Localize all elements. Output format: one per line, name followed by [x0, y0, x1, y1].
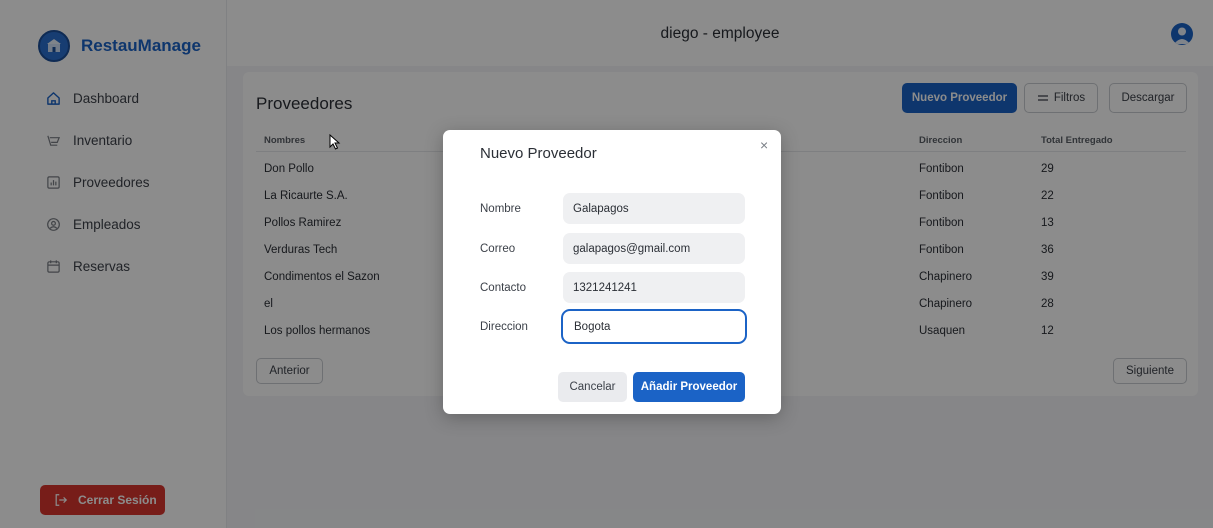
mouse-pointer-icon: [329, 133, 341, 155]
nombre-label: Nombre: [480, 203, 521, 215]
direccion-label: Direccion: [480, 321, 528, 333]
close-icon[interactable]: ×: [760, 137, 768, 153]
correo-label: Correo: [480, 243, 516, 255]
add-supplier-button[interactable]: Añadir Proveedor: [633, 372, 745, 402]
direccion-field[interactable]: [561, 309, 747, 344]
dialog-title: Nuevo Proveedor: [480, 145, 597, 162]
correo-field[interactable]: [563, 233, 745, 264]
contacto-label: Contacto: [480, 282, 527, 294]
contacto-field[interactable]: [563, 272, 745, 303]
cancel-button[interactable]: Cancelar: [558, 372, 627, 402]
new-supplier-dialog: Nuevo Proveedor × Nombre Correo Contacto…: [443, 130, 781, 414]
nombre-field[interactable]: [563, 193, 745, 224]
